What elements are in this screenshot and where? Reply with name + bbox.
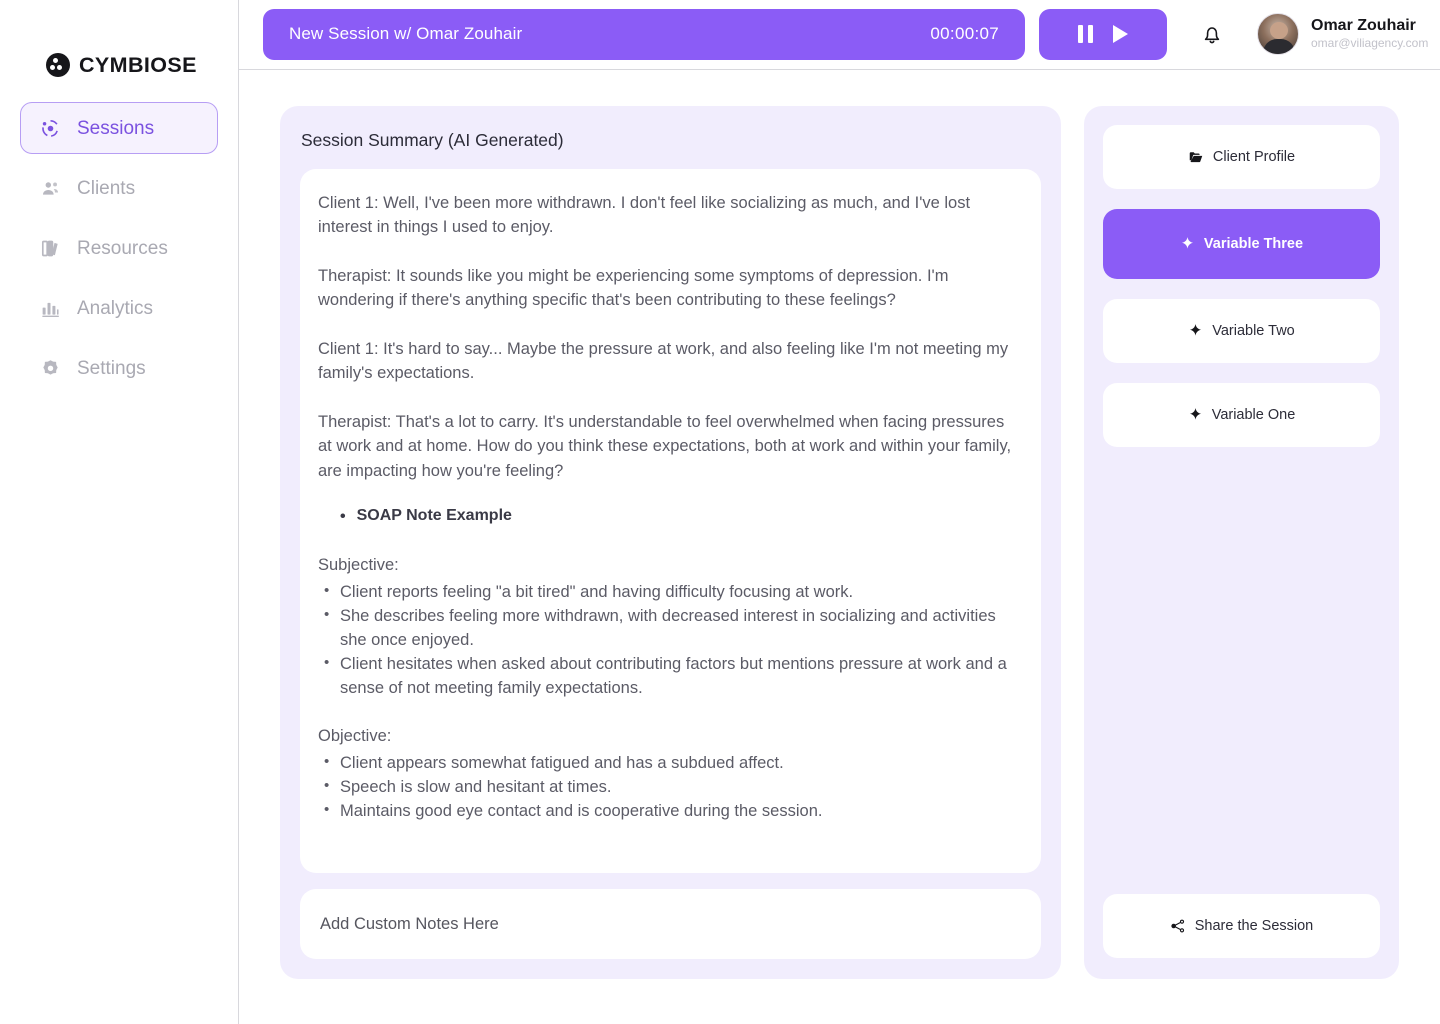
session-title: New Session w/ Omar Zouhair <box>289 24 523 44</box>
transcript-paragraph: Client 1: Well, I've been more withdrawn… <box>318 193 971 237</box>
sidebar: CYMBIOSE Sessions Clients Resources Anal… <box>0 0 239 1024</box>
bullet-icon: • <box>340 508 346 525</box>
variable-three-button[interactable]: Variable Three <box>1103 208 1380 279</box>
soap-note-heading: • SOAP Note Example <box>340 507 1021 527</box>
page-title: Session Summary (AI Generated) <box>301 129 564 150</box>
session-summary-panel: Session Summary (AI Generated) Client 1:… <box>280 105 1061 979</box>
list-item: Speech is slow and hesitant at times. <box>318 774 1021 799</box>
settings-icon <box>39 357 61 379</box>
sidebar-item-sessions[interactable]: Sessions <box>20 102 218 154</box>
user-name: Omar Zouhair <box>1311 17 1416 35</box>
soap-list: Client appears somewhat fatigued and has… <box>318 750 1021 823</box>
resources-icon <box>39 237 61 259</box>
sidebar-item-analytics[interactable]: Analytics <box>20 282 218 334</box>
share-session-label: Share the Session <box>1194 918 1314 934</box>
play-icon[interactable] <box>1113 25 1128 44</box>
custom-notes-placeholder: Add Custom Notes Here <box>320 914 499 933</box>
clients-icon <box>39 177 61 199</box>
transcript-card: Client 1: Well, I've been more withdrawn… <box>300 168 1041 873</box>
list-item: Client hesitates when asked about contri… <box>318 651 1021 700</box>
variable-one-button[interactable]: Variable One <box>1103 382 1380 447</box>
sidebar-item-label: Resources <box>77 237 168 259</box>
share-nodes-icon <box>1170 918 1186 934</box>
cymbiose-logo-icon <box>46 53 70 77</box>
custom-notes-input[interactable]: Add Custom Notes Here <box>300 889 1041 959</box>
share-session-button[interactable]: Share the Session <box>1103 894 1380 958</box>
variable-one-label: Variable One <box>1211 406 1296 423</box>
avatar <box>1257 13 1299 56</box>
list-item: Client appears somewhat fatigued and has… <box>318 750 1021 775</box>
sidebar-item-label: Clients <box>77 177 136 199</box>
section-label: Objective: <box>318 727 392 745</box>
sidebar-item-clients[interactable]: Clients <box>20 162 218 214</box>
sparkle-icon <box>1188 407 1203 422</box>
sidebar-item-settings[interactable]: Settings <box>20 342 218 394</box>
session-actions-rail: Client Profile Variable Three Variable T… <box>1084 105 1399 979</box>
sidebar-item-label: Sessions <box>77 117 155 139</box>
user-email: omar@viliagency.com <box>1311 36 1429 51</box>
variable-two-button[interactable]: Variable Two <box>1103 298 1380 363</box>
transcript-paragraph: Therapist: It sounds like you might be e… <box>318 266 949 310</box>
client-profile-label: Client Profile <box>1212 148 1296 165</box>
transcript-paragraph: Client 1: It's hard to say... Maybe the … <box>318 339 1009 383</box>
sidebar-item-resources[interactable]: Resources <box>20 222 218 274</box>
transcript-paragraph: Therapist: That's a lot to carry. It's u… <box>318 412 1012 480</box>
analytics-icon <box>39 297 61 319</box>
sidebar-item-label: Analytics <box>77 297 154 319</box>
active-session-pill[interactable]: New Session w/ Omar Zouhair 00:00:07 <box>263 8 1025 60</box>
main-region: New Session w/ Omar Zouhair 00:00:07 Oma… <box>239 0 1440 1024</box>
brand-logo[interactable]: CYMBIOSE <box>0 0 238 96</box>
soap-note-heading-label: SOAP Note Example <box>356 507 512 524</box>
soap-section-subjective: Subjective: Client reports feeling "a bi… <box>318 553 1021 700</box>
brand-name: CYMBIOSE <box>79 52 197 77</box>
rail-spacer <box>1103 467 1380 895</box>
pause-icon[interactable] <box>1078 25 1093 44</box>
sessions-icon <box>39 117 61 139</box>
session-timer: 00:00:07 <box>930 24 999 44</box>
soap-list: Client reports feeling "a bit tired" and… <box>318 579 1021 700</box>
list-item: Maintains good eye contact and is cooper… <box>318 798 1021 823</box>
sidebar-item-label: Settings <box>77 357 146 379</box>
transport-controls[interactable] <box>1039 8 1167 60</box>
variable-two-label: Variable Two <box>1212 322 1295 339</box>
top-bar: New Session w/ Omar Zouhair 00:00:07 Oma… <box>239 0 1440 70</box>
sidebar-nav: Sessions Clients Resources Analytics Set… <box>0 96 238 394</box>
notification-bell-icon[interactable] <box>1199 21 1225 47</box>
app-root: CYMBIOSE Sessions Clients Resources Anal… <box>0 0 1440 1024</box>
list-item: She describes feeling more withdrawn, wi… <box>318 603 1021 652</box>
client-profile-button[interactable]: Client Profile <box>1103 124 1380 189</box>
user-menu[interactable]: Omar Zouhair omar@viliagency.com <box>1257 13 1429 56</box>
soap-section-objective: Objective: Client appears somewhat fatig… <box>318 724 1021 823</box>
list-item: Client reports feeling "a bit tired" and… <box>318 579 1021 604</box>
content-area: Session Summary (AI Generated) Client 1:… <box>239 69 1440 1024</box>
sparkle-icon <box>1180 236 1195 251</box>
folder-icon <box>1188 149 1204 165</box>
sparkle-icon <box>1188 323 1203 338</box>
variable-three-label: Variable Three <box>1203 235 1304 252</box>
section-label: Subjective: <box>318 556 399 574</box>
